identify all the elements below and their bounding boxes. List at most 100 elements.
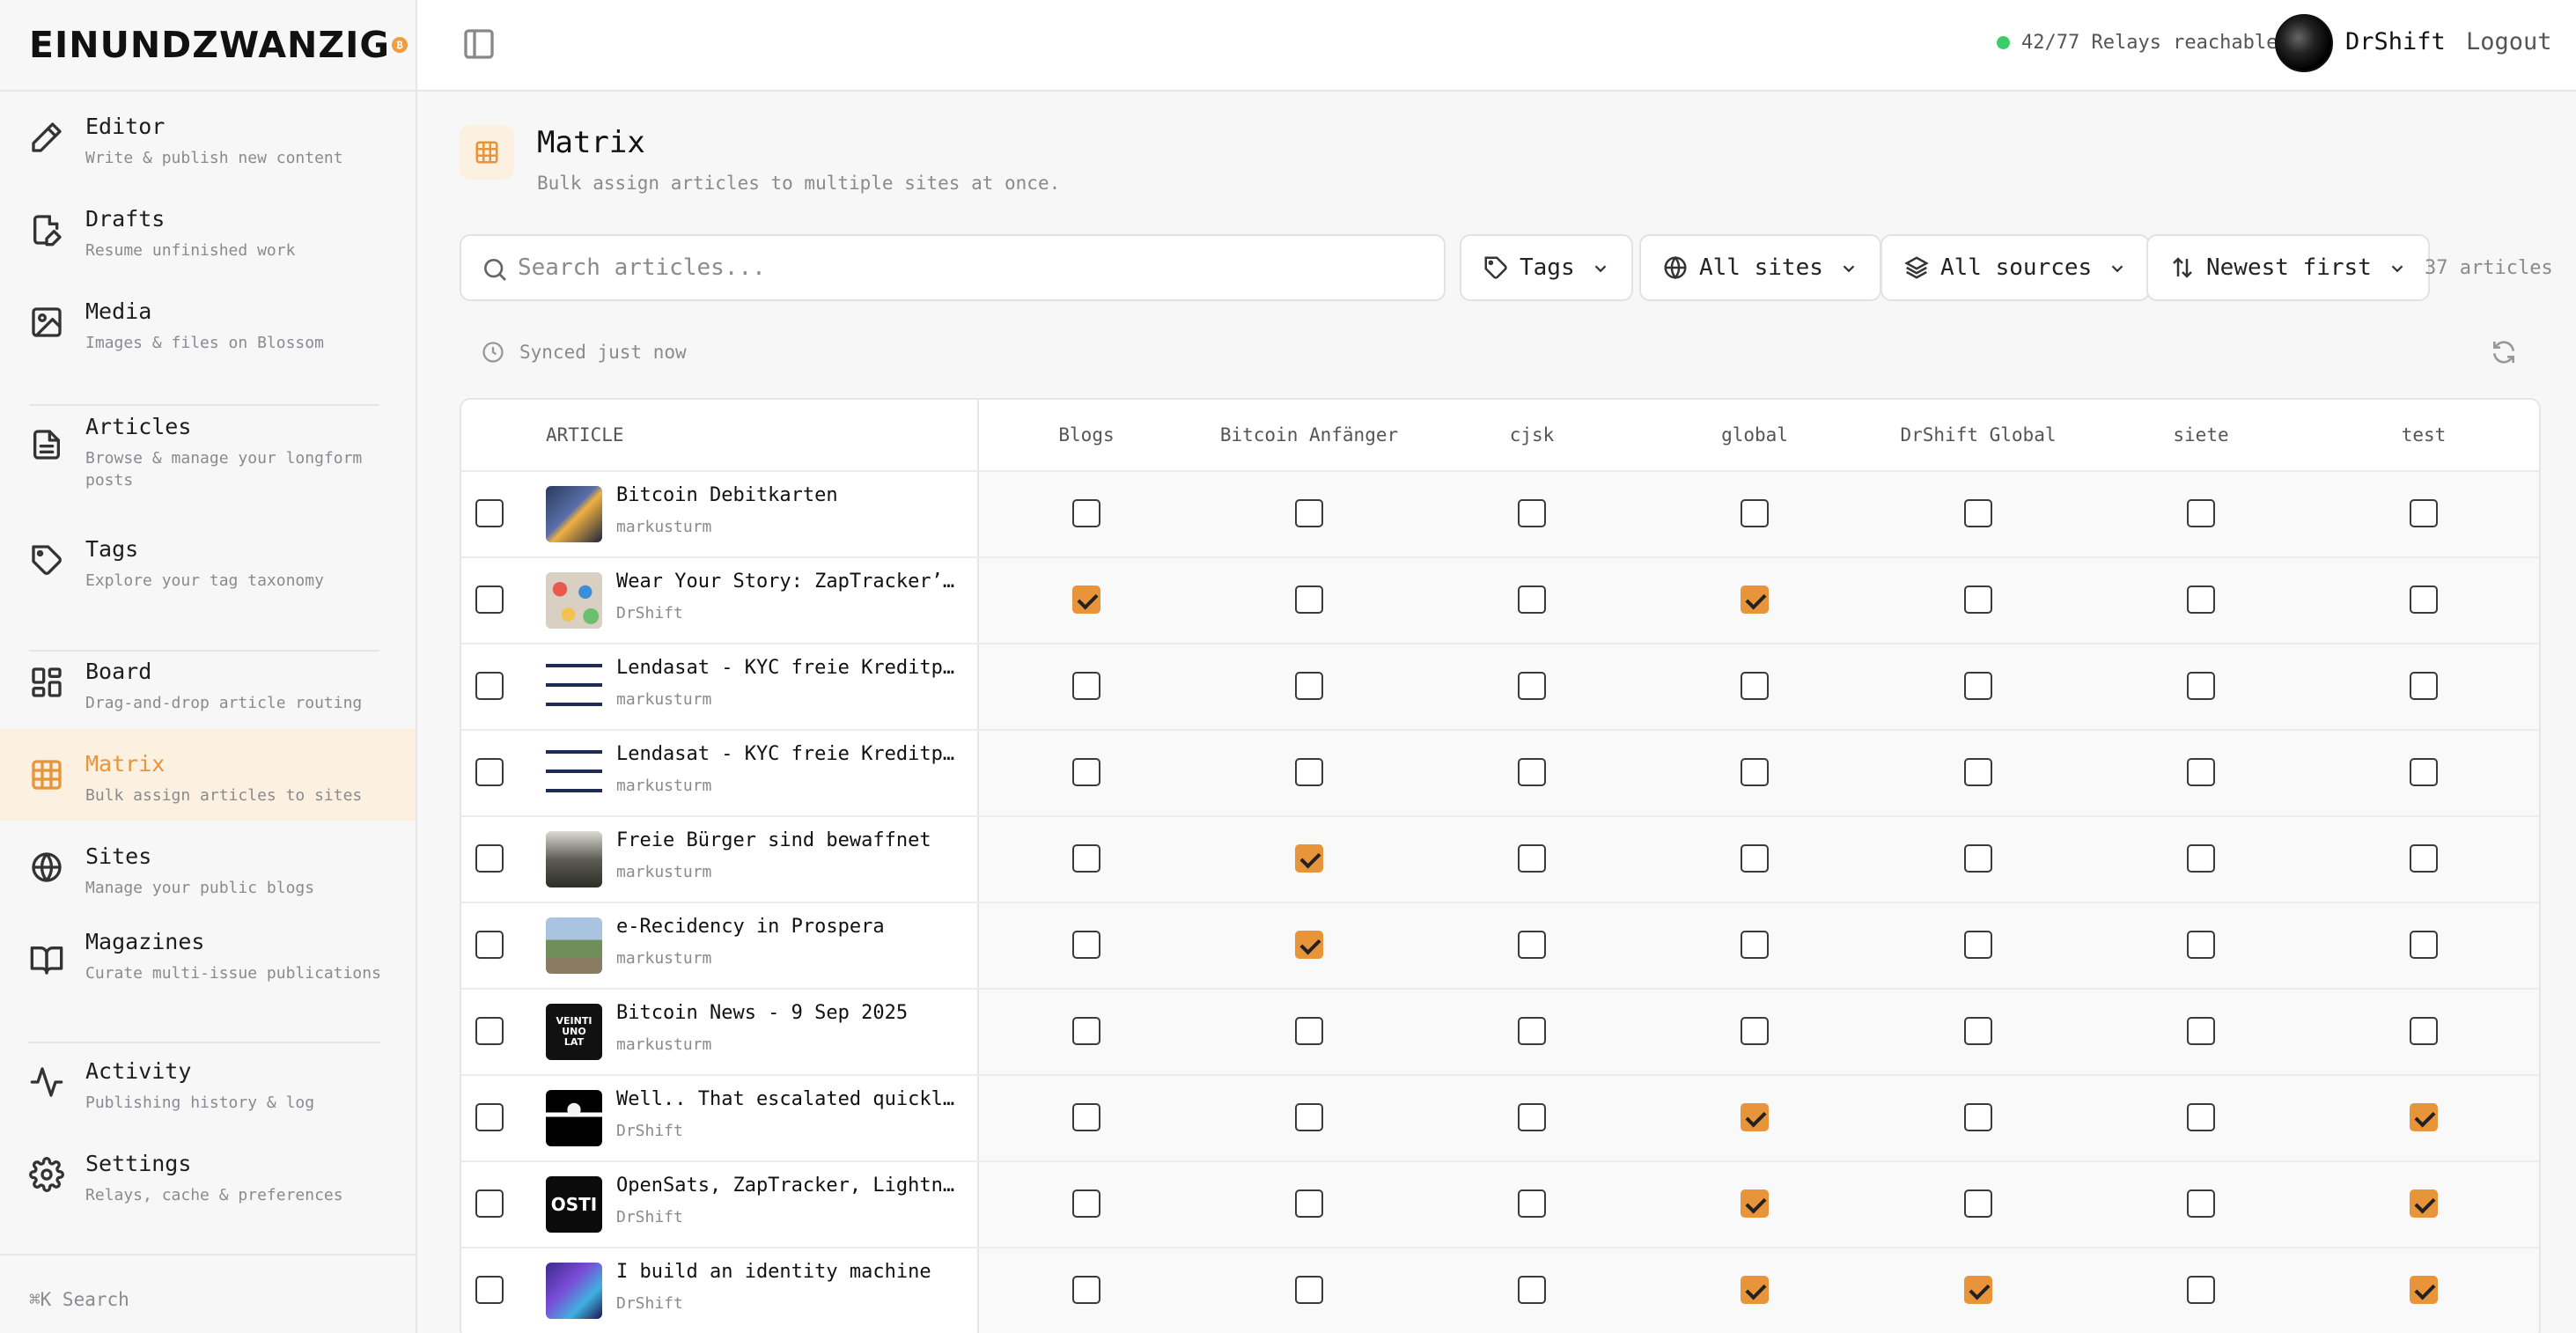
site-assign-checkbox[interactable] [1518,585,1546,614]
article-title[interactable]: Lendasat - KYC freie Kreditplat… [616,657,961,679]
site-assign-checkbox[interactable] [1964,844,1992,873]
sidebar-item-tags[interactable]: Tags Explore your tag taxonomy [0,514,416,606]
site-assign-checkbox[interactable] [1072,672,1100,700]
sources-filter-button[interactable]: All sources [1880,234,2151,301]
site-assign-checkbox[interactable] [1741,758,1769,786]
username[interactable]: DrShift [2345,28,2446,55]
avatar[interactable] [2275,14,2333,72]
site-assign-checkbox[interactable] [1964,1103,1992,1131]
site-assign-checkbox[interactable] [1072,1189,1100,1218]
site-assign-checkbox[interactable] [2187,1276,2215,1304]
site-assign-checkbox[interactable] [2187,931,2215,959]
article-title[interactable]: Well.. That escalated quickly -… [616,1088,961,1110]
site-assign-checkbox[interactable] [1964,585,1992,614]
site-assign-checkbox[interactable] [2410,758,2438,786]
site-assign-checkbox[interactable] [1295,1276,1323,1304]
sidebar-item-editor[interactable]: Editor Write & publish new content [0,92,416,183]
site-assign-checkbox[interactable] [2410,1017,2438,1045]
site-assign-checkbox[interactable] [1518,1017,1546,1045]
article-title[interactable]: OpenSats, ZapTracker, Lightning… [616,1175,961,1197]
site-assign-checkbox[interactable] [1072,585,1100,614]
sidebar-item-activity[interactable]: Activity Publishing history & log [0,1036,416,1128]
site-assign-checkbox[interactable] [2187,844,2215,873]
row-select-checkbox[interactable] [475,931,504,959]
sidebar-item-articles[interactable]: Articles Browse & manage your longform po… [0,399,416,490]
site-assign-checkbox[interactable] [1072,1017,1100,1045]
article-title[interactable]: e-Recidency in Prospera [616,916,885,938]
site-assign-checkbox[interactable] [1295,672,1323,700]
site-assign-checkbox[interactable] [1072,1276,1100,1304]
sidebar-item-drafts[interactable]: Drafts Resume unfinished work [0,184,416,276]
site-assign-checkbox[interactable] [1295,1017,1323,1045]
site-assign-checkbox[interactable] [1741,1276,1769,1304]
site-assign-checkbox[interactable] [1964,1017,1992,1045]
site-assign-checkbox[interactable] [2187,499,2215,527]
article-title[interactable]: Lendasat - KYC freie Kreditplat… [616,743,961,765]
sites-filter-button[interactable]: All sites [1639,234,1881,301]
row-select-checkbox[interactable] [475,1017,504,1045]
site-assign-checkbox[interactable] [1964,758,1992,786]
site-assign-checkbox[interactable] [2410,931,2438,959]
row-select-checkbox[interactable] [475,844,504,873]
site-assign-checkbox[interactable] [2410,1103,2438,1131]
site-assign-checkbox[interactable] [1518,758,1546,786]
site-assign-checkbox[interactable] [1072,1103,1100,1131]
site-assign-checkbox[interactable] [2410,1276,2438,1304]
site-assign-checkbox[interactable] [2187,1189,2215,1218]
brand-logo[interactable]: EINUNDZWANZIG ₿ [0,0,416,92]
logout-button[interactable]: Logout [2466,28,2552,55]
site-assign-checkbox[interactable] [2187,672,2215,700]
row-select-checkbox[interactable] [475,758,504,786]
row-select-checkbox[interactable] [475,585,504,614]
site-assign-checkbox[interactable] [2187,1017,2215,1045]
article-title[interactable]: Freie Bürger sind bewaffnet [616,829,931,851]
article-title[interactable]: I build an identity machine [616,1261,931,1283]
site-assign-checkbox[interactable] [1518,844,1546,873]
article-title[interactable]: Bitcoin Debitkarten [616,484,838,506]
site-assign-checkbox[interactable] [1518,1276,1546,1304]
site-assign-checkbox[interactable] [1295,931,1323,959]
site-assign-checkbox[interactable] [2410,585,2438,614]
site-assign-checkbox[interactable] [1518,672,1546,700]
sidebar-item-media[interactable]: Media Images & files on Blossom [0,276,416,368]
site-assign-checkbox[interactable] [1964,672,1992,700]
site-assign-checkbox[interactable] [1964,931,1992,959]
command-search-button[interactable]: ⌘K Search [29,1289,129,1310]
article-title[interactable]: Bitcoin News - 9 Sep 2025 [616,1002,908,1024]
site-assign-checkbox[interactable] [1295,844,1323,873]
sidebar-item-sites[interactable]: Sites Manage your public blogs [0,821,416,913]
site-assign-checkbox[interactable] [1741,585,1769,614]
sidebar-item-magazines[interactable]: Magazines Curate multi-issue publications [0,914,416,1005]
site-assign-checkbox[interactable] [1741,499,1769,527]
site-assign-checkbox[interactable] [1518,499,1546,527]
site-assign-checkbox[interactable] [1295,1103,1323,1131]
site-assign-checkbox[interactable] [1741,672,1769,700]
site-assign-checkbox[interactable] [1072,758,1100,786]
site-assign-checkbox[interactable] [2187,758,2215,786]
sort-button[interactable]: Newest first [2146,234,2430,301]
row-select-checkbox[interactable] [475,499,504,527]
site-assign-checkbox[interactable] [1295,1189,1323,1218]
site-assign-checkbox[interactable] [1072,844,1100,873]
refresh-icon[interactable] [2490,338,2518,366]
site-assign-checkbox[interactable] [2410,499,2438,527]
site-assign-checkbox[interactable] [2187,1103,2215,1131]
search-field[interactable] [460,234,1446,301]
site-assign-checkbox[interactable] [1964,499,1992,527]
site-assign-checkbox[interactable] [1741,844,1769,873]
article-title[interactable]: Wear Your Story: ZapTracker’s N… [616,571,961,593]
site-assign-checkbox[interactable] [1741,1189,1769,1218]
site-assign-checkbox[interactable] [2410,1189,2438,1218]
site-assign-checkbox[interactable] [1741,931,1769,959]
row-select-checkbox[interactable] [475,1276,504,1304]
site-assign-checkbox[interactable] [2410,844,2438,873]
tags-filter-button[interactable]: Tags [1460,234,1633,301]
row-select-checkbox[interactable] [475,1189,504,1218]
site-assign-checkbox[interactable] [1518,931,1546,959]
site-assign-checkbox[interactable] [2410,672,2438,700]
row-select-checkbox[interactable] [475,1103,504,1131]
site-assign-checkbox[interactable] [1518,1103,1546,1131]
row-select-checkbox[interactable] [475,672,504,700]
site-assign-checkbox[interactable] [1964,1189,1992,1218]
site-assign-checkbox[interactable] [1295,585,1323,614]
